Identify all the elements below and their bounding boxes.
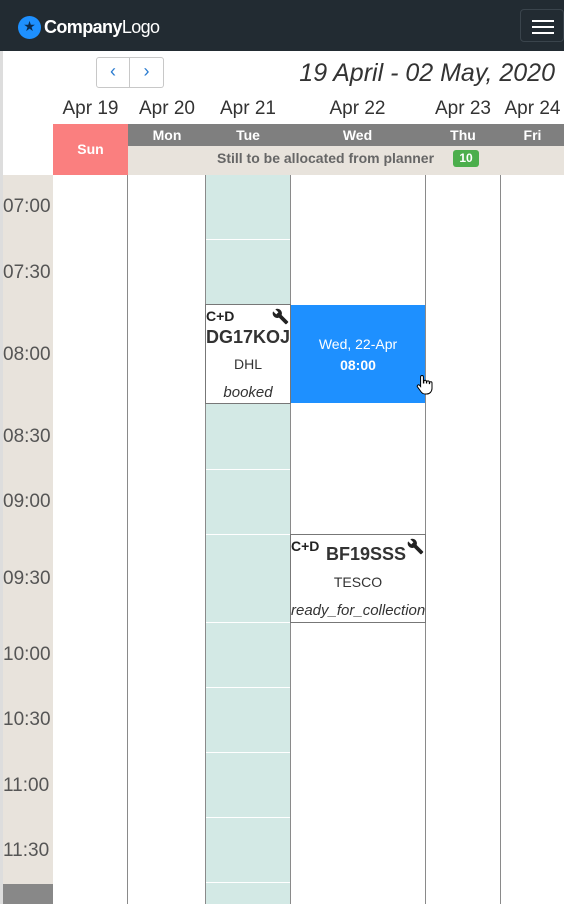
selected-slot-date: Wed, 22-Apr <box>318 336 398 352</box>
previous-button[interactable]: ‹ <box>96 57 130 88</box>
column-divider <box>500 175 501 904</box>
tuesday-slot-divider <box>206 752 290 753</box>
wrench-icon[interactable] <box>272 308 289 325</box>
day-header-mon[interactable]: Mon <box>128 124 206 146</box>
tuesday-slot-divider <box>206 534 290 535</box>
time-label-1030: 10:30 <box>3 709 51 730</box>
top-navbar: ★ CompanyLogo <box>0 0 564 51</box>
next-button[interactable]: › <box>130 57 164 88</box>
tuesday-slot-divider <box>206 622 290 623</box>
hamburger-icon <box>532 20 554 22</box>
time-label-0700: 07:00 <box>3 196 51 217</box>
day-header-tue[interactable]: Tue <box>206 124 290 146</box>
tuesday-slot-divider <box>206 687 290 688</box>
day-header-wed[interactable]: Wed <box>290 124 425 146</box>
selected-slot-time: 08:00 <box>340 357 376 373</box>
company-logo[interactable]: ★ CompanyLogo <box>18 15 160 39</box>
chevron-right-icon: › <box>143 61 150 81</box>
time-label-0830: 08:30 <box>3 426 51 447</box>
time-label-0930: 09:30 <box>3 568 51 589</box>
tuesday-column[interactable] <box>206 175 290 904</box>
logo-suffix-text: Logo <box>121 16 160 37</box>
time-label-1000: 10:00 <box>3 644 51 665</box>
allocation-text: Still to be allocated from planner <box>217 150 435 166</box>
day-date-apr-22: Apr 22 <box>329 98 386 119</box>
vehicle-type: C+D <box>206 308 235 324</box>
chevron-left-icon: ‹ <box>110 61 116 81</box>
registration-number: DG17KOJ <box>206 327 291 347</box>
week-navigation: ‹ › <box>96 57 164 88</box>
day-name-sun: Sun <box>77 141 104 157</box>
day-date-apr-23: Apr 23 <box>435 98 491 119</box>
time-label-0730: 07:30 <box>3 262 51 283</box>
logo-brand-text: Company <box>44 16 122 37</box>
day-date-apr-21: Apr 21 <box>220 98 276 119</box>
vehicle-type: C+D <box>291 538 320 554</box>
day-date-apr-19: Apr 19 <box>62 98 119 119</box>
day-header-sun[interactable]: Sun <box>53 124 128 175</box>
hamburger-menu-button[interactable] <box>520 9 564 42</box>
tuesday-slot-divider <box>206 817 290 818</box>
booking-status: ready_for_collection <box>291 602 426 619</box>
column-divider <box>205 175 206 904</box>
booking-card-bf19sss[interactable]: C+D BF19SSS TESCO ready_for_collection <box>290 534 426 623</box>
allocation-count-badge[interactable]: 10 <box>453 150 479 167</box>
day-date-apr-20: Apr 20 <box>139 98 195 119</box>
wrench-icon[interactable] <box>407 538 424 555</box>
time-label-1130: 11:30 <box>3 840 50 861</box>
hand-cursor-icon <box>416 374 433 395</box>
day-date-apr-24: Apr 24 <box>504 98 561 119</box>
day-header-thu[interactable]: Thu <box>425 124 501 146</box>
time-label-0900: 09:00 <box>3 491 51 512</box>
time-column-footer <box>3 884 53 904</box>
time-label-1100: 11:00 <box>3 775 50 796</box>
carrier-name: DHL <box>233 356 262 372</box>
registration-number: BF19SSS <box>326 544 407 564</box>
booking-card-dg17koj[interactable]: C+D DG17KOJ DHL booked <box>205 304 291 404</box>
tuesday-slot-divider <box>206 239 290 240</box>
date-range-title: 19 April - 02 May, 2020 <box>299 59 555 87</box>
carrier-name: TESCO <box>333 574 383 590</box>
tuesday-slot-divider <box>206 469 290 470</box>
star-icon: ★ <box>18 15 41 39</box>
time-label-0800: 08:00 <box>3 344 51 365</box>
day-header-fri[interactable]: Fri <box>501 124 564 146</box>
booking-status: booked <box>223 384 273 401</box>
tuesday-slot-divider <box>206 882 290 883</box>
column-divider <box>127 175 128 904</box>
selected-slot[interactable]: Wed, 22-Apr 08:00 <box>291 305 425 403</box>
